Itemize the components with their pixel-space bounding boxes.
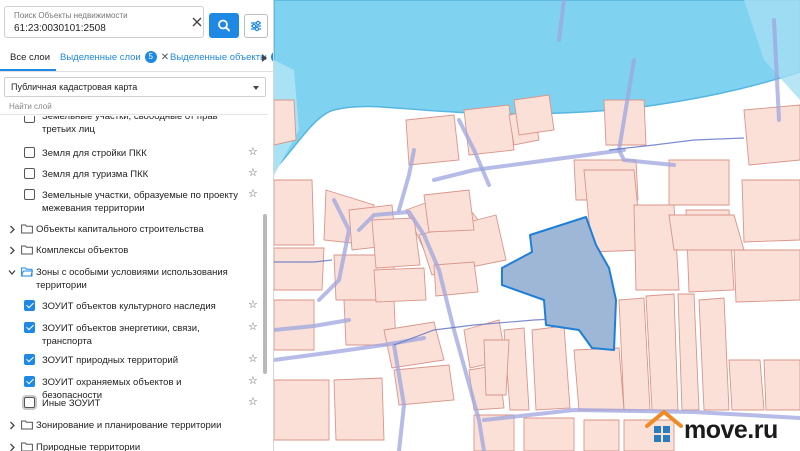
layer-checkbox[interactable] [24, 354, 35, 365]
layer-item-label: Иные ЗОУИТ [42, 398, 101, 409]
layer-group-label: Природные территории [36, 442, 141, 451]
folder-icon [21, 245, 33, 255]
site-watermark-text: move.ru [684, 416, 778, 444]
layer-group-label: Комплексы объектов [36, 245, 129, 256]
layer-group-label: Объекты капитального строительства [36, 224, 204, 235]
layer-group-label: Зоны с особыми условиями использования т… [36, 267, 228, 291]
star-outline-icon[interactable]: ☆ [248, 396, 258, 409]
layer-item-label: Земля для стройки ПКК [42, 148, 147, 159]
layer-checkbox[interactable] [24, 397, 35, 408]
star-outline-icon[interactable]: ☆ [248, 353, 258, 366]
star-outline-icon[interactable]: ☆ [248, 299, 258, 312]
folder-icon [21, 420, 33, 430]
layer-item-label: ЗОУИТ объектов культурного наследия [42, 301, 216, 312]
star-outline-icon[interactable]: ☆ [248, 167, 258, 180]
move-ru-logo-icon [645, 410, 683, 442]
star-outline-icon[interactable]: ☆ [248, 375, 258, 388]
layer-item-label: Земельные участки, образуемые по проекту… [42, 190, 239, 214]
folder-icon [21, 442, 33, 451]
layer-group-label: Зонирование и планирование территории [36, 420, 222, 431]
layer-tree: Земельные участки, свободные от прав тре… [0, 0, 262, 451]
layer-item-label: Земля для туризма ПКК [42, 169, 149, 180]
chevron-right-icon[interactable] [8, 246, 16, 255]
star-outline-icon[interactable]: ☆ [248, 188, 258, 201]
layer-checkbox[interactable] [24, 168, 35, 179]
chevron-down-icon[interactable] [8, 268, 16, 277]
map-view[interactable] [274, 0, 800, 451]
layer-item-label: ЗОУИТ объектов энергетики, связи, трансп… [42, 323, 200, 347]
tree-clip-area: Земельные участки, свободные от прав тре… [0, 116, 262, 140]
folder-icon [21, 267, 33, 277]
water-zone [274, 0, 800, 172]
layer-checkbox[interactable] [24, 376, 35, 387]
layer-checkbox[interactable] [24, 189, 35, 200]
cadastral-map[interactable] [274, 0, 800, 451]
layer-tree-scrollbar[interactable] [263, 214, 267, 374]
layer-checkbox[interactable] [24, 116, 35, 123]
layer-item-label: Земельные участки, свободные от прав тре… [42, 116, 218, 135]
chevron-right-icon[interactable] [8, 443, 16, 451]
chevron-right-icon[interactable] [262, 54, 267, 62]
layer-checkbox[interactable] [24, 322, 35, 333]
chevron-right-icon[interactable] [8, 421, 16, 430]
star-outline-icon[interactable]: ☆ [248, 321, 258, 334]
layer-checkbox[interactable] [24, 147, 35, 158]
chevron-right-icon[interactable] [8, 225, 16, 234]
layers-panel: Поиск Объекты недвижимости Все слои Выде… [0, 0, 274, 451]
folder-icon [21, 224, 33, 234]
star-outline-icon[interactable]: ☆ [248, 146, 258, 159]
layer-item-label: ЗОУИТ природных территорий [42, 355, 179, 366]
layer-checkbox[interactable] [24, 300, 35, 311]
